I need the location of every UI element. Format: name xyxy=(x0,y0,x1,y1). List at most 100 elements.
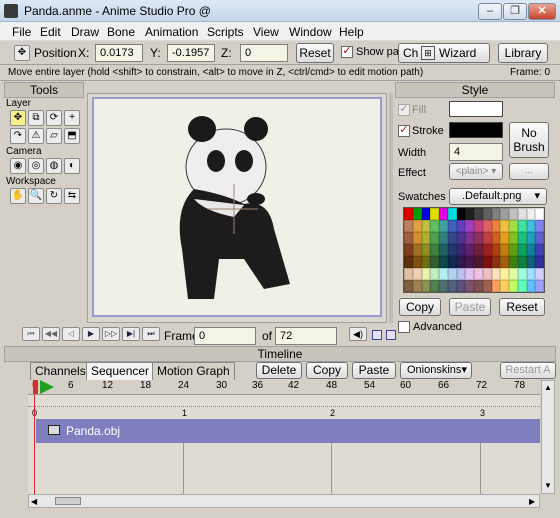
playhead-handle[interactable] xyxy=(33,380,38,394)
swatch-cell[interactable] xyxy=(465,220,474,232)
playhead-line[interactable] xyxy=(34,395,35,495)
swatch-cell[interactable] xyxy=(474,256,483,268)
character-wizard-button[interactable]: Ch ⊞ Wizard xyxy=(398,43,490,63)
swatch-cell[interactable] xyxy=(430,244,439,256)
swatch-cell[interactable] xyxy=(526,256,536,268)
swatch-cell[interactable] xyxy=(474,280,483,292)
swatch-cell[interactable] xyxy=(474,244,483,256)
swatch-cell[interactable] xyxy=(509,232,518,244)
swatch-cell[interactable] xyxy=(404,268,413,280)
swatch-cell[interactable] xyxy=(500,256,509,268)
swatch-cell[interactable] xyxy=(474,208,483,220)
scroll-up-icon[interactable]: ▲ xyxy=(544,383,552,392)
swatch-cell[interactable] xyxy=(491,244,501,256)
paste-keys-button[interactable]: Paste xyxy=(352,362,396,379)
set-origin-icon[interactable]: + xyxy=(64,110,80,126)
swatch-cell[interactable] xyxy=(465,280,474,292)
quality-toggle-b[interactable] xyxy=(386,330,396,340)
swatch-cell[interactable] xyxy=(404,232,413,244)
swatch-cell[interactable] xyxy=(491,220,501,232)
copy-keys-button[interactable]: Copy xyxy=(306,362,348,379)
rotate-workspace-icon[interactable]: ↻ xyxy=(46,188,62,204)
timeline-vertical-scrollbar[interactable]: ▲ ▼ xyxy=(541,380,555,494)
swatch-cell[interactable] xyxy=(482,220,492,232)
swatch-cell[interactable] xyxy=(465,268,474,280)
swatch-cell[interactable] xyxy=(535,232,544,244)
swatch-cell[interactable] xyxy=(412,268,422,280)
swatch-cell[interactable] xyxy=(465,232,474,244)
swatch-cell[interactable] xyxy=(491,268,501,280)
swatch-cell[interactable] xyxy=(482,268,492,280)
swatch-cell[interactable] xyxy=(509,268,518,280)
menu-help[interactable]: Help xyxy=(339,25,364,39)
swatch-cell[interactable] xyxy=(421,244,431,256)
sound-icon[interactable]: ◀) xyxy=(349,327,367,341)
zoom-icon[interactable]: 🔍 xyxy=(28,188,44,204)
swatch-palette[interactable] xyxy=(403,207,545,293)
swatch-cell[interactable] xyxy=(421,208,431,220)
swatch-cell[interactable] xyxy=(439,220,448,232)
swatch-cell[interactable] xyxy=(500,208,509,220)
scroll-thumb[interactable] xyxy=(55,497,81,505)
swatch-cell[interactable] xyxy=(412,208,422,220)
fast-forward-icon[interactable]: ⏭ xyxy=(142,327,160,341)
swatch-cell[interactable] xyxy=(421,268,431,280)
swatch-cell[interactable] xyxy=(430,232,439,244)
swatch-cell[interactable] xyxy=(430,280,439,292)
swatch-cell[interactable] xyxy=(439,244,448,256)
fill-checkbox[interactable]: ✓ xyxy=(398,104,410,116)
y-field[interactable]: -0.1957 xyxy=(167,44,215,62)
advanced-checkbox[interactable] xyxy=(398,321,410,333)
swatch-cell[interactable] xyxy=(404,220,413,232)
swatch-cell[interactable] xyxy=(491,280,501,292)
swatch-cell[interactable] xyxy=(447,232,457,244)
restart-button[interactable]: Restart A xyxy=(500,362,556,379)
swatch-cell[interactable] xyxy=(474,220,483,232)
swatch-cell[interactable] xyxy=(500,268,509,280)
swatch-cell[interactable] xyxy=(465,244,474,256)
scroll-right-icon[interactable]: ▶ xyxy=(529,497,535,506)
swatch-cell[interactable] xyxy=(517,208,527,220)
swatch-cell[interactable] xyxy=(412,232,422,244)
show-paths-checkbox[interactable]: ✓ xyxy=(341,46,353,58)
swatch-cell[interactable] xyxy=(447,220,457,232)
swatch-cell[interactable] xyxy=(500,232,509,244)
swatch-cell[interactable] xyxy=(482,256,492,268)
menu-file[interactable]: File xyxy=(12,25,31,39)
stroke-color-swatch[interactable] xyxy=(449,122,503,138)
swatch-cell[interactable] xyxy=(517,280,527,292)
onionskins-dropdown[interactable]: Onionskins ▾ xyxy=(400,362,472,379)
effect-options-button[interactable]: ... xyxy=(509,163,549,180)
layer-transform-icon[interactable]: ⬒ xyxy=(64,128,80,144)
menu-window[interactable]: Window xyxy=(289,25,332,39)
menu-edit[interactable]: Edit xyxy=(40,25,61,39)
swatch-cell[interactable] xyxy=(430,268,439,280)
swatch-cell[interactable] xyxy=(517,256,527,268)
swatch-cell[interactable] xyxy=(456,244,466,256)
swatch-cell[interactable] xyxy=(439,280,448,292)
swatch-cell[interactable] xyxy=(447,256,457,268)
tab-motion-graph[interactable]: Motion Graph xyxy=(152,362,235,380)
swatch-cell[interactable] xyxy=(465,208,474,220)
roll-camera-icon[interactable]: ◍ xyxy=(46,158,62,174)
swatch-cell[interactable] xyxy=(474,268,483,280)
track-bar[interactable]: Panda.obj xyxy=(36,419,540,443)
swatch-cell[interactable] xyxy=(404,244,413,256)
prev-frame-icon[interactable]: ◁ xyxy=(62,327,80,341)
swatch-cell[interactable] xyxy=(412,256,422,268)
menu-bone[interactable]: Bone xyxy=(107,25,135,39)
swatch-cell[interactable] xyxy=(509,256,518,268)
tab-sequencer[interactable]: Sequencer xyxy=(86,362,155,380)
swatch-cell[interactable] xyxy=(456,208,466,220)
swatch-cell[interactable] xyxy=(491,232,501,244)
swatch-cell[interactable] xyxy=(404,208,413,220)
swatch-cell[interactable] xyxy=(404,280,413,292)
shear-layer-icon[interactable]: ▱ xyxy=(46,128,62,144)
swatch-cell[interactable] xyxy=(447,244,457,256)
swatch-cell[interactable] xyxy=(430,256,439,268)
swatch-cell[interactable] xyxy=(526,268,536,280)
next-frame-icon[interactable]: ▷▷ xyxy=(102,327,120,341)
orbit-workspace-icon[interactable]: ⇆ xyxy=(64,188,80,204)
swatch-cell[interactable] xyxy=(491,256,501,268)
tab-channels[interactable]: Channels xyxy=(30,362,91,380)
